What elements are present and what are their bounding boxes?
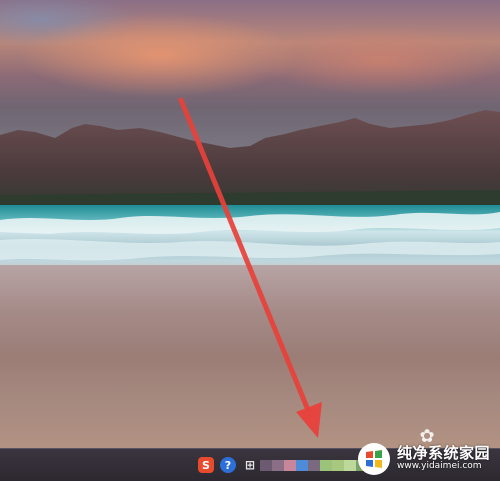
windows-logo-icon [358, 443, 390, 475]
taskbar-app-icon[interactable] [308, 460, 320, 471]
help-icon[interactable]: ? [220, 457, 236, 473]
taskbar-app-icon[interactable] [320, 460, 332, 471]
taskbar-pinned-apps [260, 460, 368, 471]
watermark-url: www.yidaimei.com [397, 461, 482, 472]
sogou-input-icon[interactable]: S [198, 457, 214, 473]
site-watermark: 纯净系统家园 www.yidaimei.com [357, 440, 497, 478]
taskbar-app-icon[interactable] [296, 460, 308, 471]
watermark-title: 纯净系统家园 [397, 444, 491, 463]
system-tray: S ? ⊞ [198, 456, 258, 474]
network-icon[interactable]: ⊞ [242, 457, 258, 473]
wallpaper-sand [0, 265, 500, 450]
taskbar-app-icon[interactable] [284, 460, 296, 471]
wallpaper-waves [0, 212, 500, 261]
taskbar-app-icon[interactable] [332, 460, 344, 471]
taskbar-app-icon[interactable] [260, 460, 272, 471]
wallpaper-mountains [0, 110, 500, 215]
taskbar-app-icon[interactable] [344, 460, 356, 471]
taskbar-app-icon[interactable] [272, 460, 284, 471]
desktop: ✿ S ? ⊞ 纯净系统家园 www.yidaimei.com [0, 0, 500, 481]
